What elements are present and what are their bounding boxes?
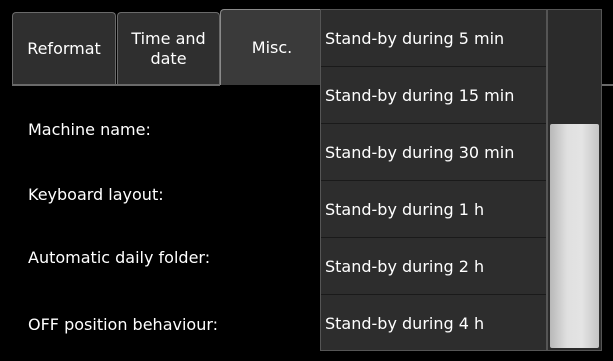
dropdown-option-label: Stand-by during 15 min (325, 85, 515, 105)
tab-strip-divider (12, 84, 220, 86)
tab-misc[interactable]: Misc. (220, 9, 332, 85)
keyboard-layout-label: Keyboard layout: (28, 185, 164, 204)
dropdown-option-label: Stand-by during 5 min (325, 28, 505, 48)
dropdown-option[interactable]: Stand-by during 30 min (321, 124, 546, 181)
dropdown-option-label: Stand-by during 30 min (325, 142, 515, 162)
off-position-behaviour-label: OFF position behaviour: (28, 315, 219, 334)
dropdown-option[interactable]: Stand-by during 2 h (321, 238, 546, 295)
dropdown-option-label: Stand-by during 1 h (325, 199, 485, 219)
tab-time-and-date-label: Time and date (131, 28, 206, 68)
standby-dropdown-list: Stand-by during 5 min Stand-by during 15… (320, 9, 547, 351)
dropdown-option[interactable]: Stand-by during 15 min (321, 67, 546, 124)
tab-time-and-date[interactable]: Time and date (117, 12, 220, 84)
dropdown-scrollbar-thumb[interactable] (550, 124, 599, 348)
dropdown-option-label: Stand-by during 2 h (325, 256, 485, 276)
tab-reformat[interactable]: Reformat (12, 12, 116, 84)
dropdown-option[interactable]: Stand-by during 4 h (321, 295, 546, 352)
dropdown-option[interactable]: Stand-by during 5 min (321, 10, 546, 67)
dropdown-option-label: Stand-by during 4 h (325, 314, 485, 333)
dropdown-scrollbar[interactable] (547, 9, 602, 351)
dropdown-option[interactable]: Stand-by during 1 h (321, 181, 546, 238)
tab-misc-label: Misc. (251, 37, 293, 57)
machine-name-label: Machine name: (28, 120, 151, 139)
tab-reformat-label: Reformat (27, 38, 101, 58)
automatic-daily-folder-label: Automatic daily folder: (28, 248, 211, 267)
